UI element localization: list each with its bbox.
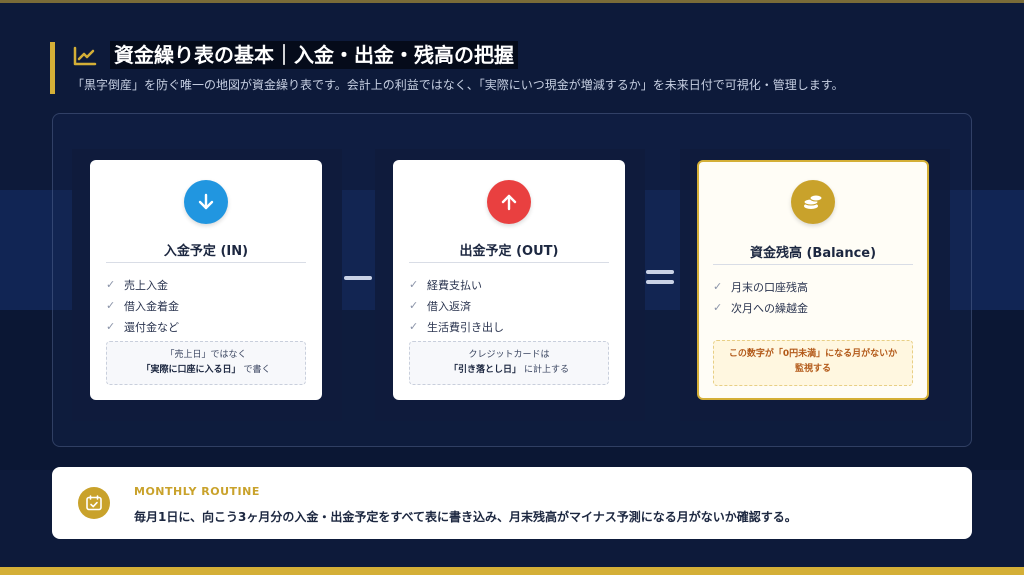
routine-text: 毎月1日に、向こう3ヶ月分の入金・出金予定をすべて表に書き込み、月末残高がマイナ… [134,510,797,524]
warning-note: この数字が「0円未満」になる月がないか 監視する [713,340,913,386]
check-icon: ✓ [713,301,723,314]
minus-operator [342,262,382,290]
item-list: ✓ 月末の口座残高 ✓ 次月への繰越金 [713,276,913,318]
check-icon: ✓ [106,320,116,333]
list-item: ✓ 借入返済 [409,299,471,313]
check-icon: ✓ [106,278,116,291]
page-header: 資金繰り表の基本｜入金・出金・残高の把握 [72,40,518,70]
card-note: 「売上日」ではなく 「実際に口座に入る日」 で書く [106,341,306,385]
card-title: 資金残高 (Balance) [749,246,877,261]
note-emphasis: 「引き落とし日」 [449,365,522,375]
coins-icon [791,180,835,224]
divider [713,264,913,265]
list-item: ✓ 経費支払い [409,278,482,292]
list-item: ✓ 月末の口座残高 [713,280,808,294]
list-item: ✓ 売上入金 [106,278,168,292]
item-list: ✓ 経費支払い ✓ 借入返済 ✓ 生活費引き出し [409,274,609,337]
card-note: クレジットカードは 「引き落とし日」 に計上する [409,341,609,385]
calendar-check-icon [78,487,110,519]
arrow-down-icon [184,180,228,224]
check-icon: ✓ [409,278,419,291]
check-icon: ✓ [713,280,723,293]
page-title: 資金繰り表の基本｜入金・出金・残高の把握 [110,41,518,69]
top-accent-line [0,0,1024,3]
list-item: ✓ 借入金着金 [106,299,179,313]
bottom-accent-bar [0,567,1024,575]
routine-label: MONTHLY ROUTINE [134,485,260,498]
item-list: ✓ 売上入金 ✓ 借入金着金 ✓ 還付金など [106,274,306,337]
arrow-up-icon [487,180,531,224]
list-item: ✓ 次月への繰越金 [713,301,808,315]
divider [106,262,306,263]
card-expense: 出金予定 (OUT) ✓ 経費支払い ✓ 借入返済 ✓ 生活費引き出し クレジットカー… [393,160,625,400]
check-icon: ✓ [106,299,116,312]
check-icon: ✓ [409,299,419,312]
card-income: 入金予定 (IN) ✓ 売上入金 ✓ 借入金着金 ✓ 還付金など 「売上日」ではなく … [90,160,322,400]
equals-operator [644,262,684,290]
note-emphasis: 「実際に口座に入る日」 [141,365,241,375]
card-balance: 資金残高 (Balance) ✓ 月末の口座残高 ✓ 次月への繰越金 この数字が「0… [697,160,929,400]
card-title: 入金予定 (IN) [163,244,249,259]
check-icon: ✓ [409,320,419,333]
monthly-routine-box: MONTHLY ROUTINE 毎月1日に、向こう3ヶ月分の入金・出金予定をすべ… [52,467,972,539]
list-item: ✓ 生活費引き出し [409,320,504,334]
card-title: 出金予定 (OUT) [459,244,559,259]
list-item: ✓ 還付金など [106,320,179,334]
header-accent-bar [50,42,55,94]
divider [409,262,609,263]
page-subtitle: 「黒字倒産」を防ぐ唯一の地図が資金繰り表です。会計上の利益ではなく、「実際にいつ… [72,78,844,92]
trend-chart-icon [73,46,97,66]
